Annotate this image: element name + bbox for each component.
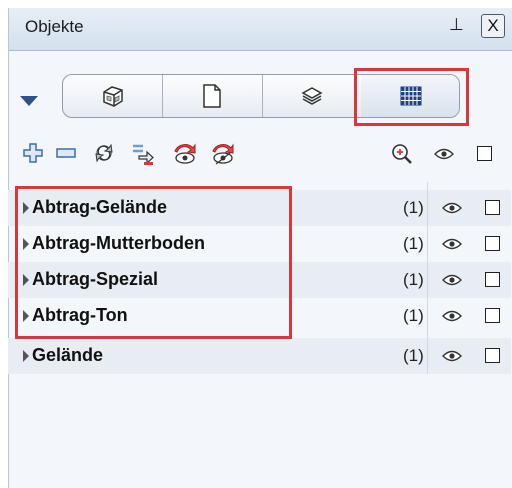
item-checkbox[interactable] — [485, 348, 500, 363]
eye-icon[interactable] — [442, 201, 462, 215]
eye-icon[interactable] — [442, 349, 462, 363]
expand-arrow-icon[interactable] — [23, 350, 29, 362]
pin-icon[interactable]: ⊥ — [449, 15, 464, 35]
eye-icon[interactable] — [442, 237, 462, 251]
item-checkbox[interactable] — [485, 308, 500, 323]
hide-icon — [174, 143, 196, 164]
select-all-checkbox[interactable] — [477, 146, 492, 161]
item-count: (1) — [403, 198, 424, 217]
remove-button[interactable] — [55, 147, 77, 159]
panel-titlebar: Objekte ⊥ X — [9, 8, 512, 51]
item-count: (1) — [403, 346, 424, 365]
panel-title: Objekte — [25, 17, 84, 36]
move-button[interactable] — [131, 142, 155, 166]
page-icon — [203, 84, 221, 108]
remove-icon — [56, 148, 76, 158]
item-checkbox[interactable] — [485, 272, 500, 287]
toggle-visibility-all[interactable] — [434, 147, 454, 161]
highlight-box-grid-tab — [354, 68, 469, 126]
add-button[interactable] — [22, 142, 44, 164]
move-icon — [133, 144, 154, 165]
tab-page-view[interactable] — [162, 75, 263, 117]
item-count: (1) — [403, 270, 424, 289]
item-checkbox[interactable] — [485, 200, 500, 215]
refresh-button[interactable] — [92, 142, 116, 164]
tab-layers-view[interactable] — [262, 75, 362, 117]
zoom-button[interactable] — [390, 142, 414, 166]
highlight-box-abtrag-items — [15, 186, 292, 339]
item-label: Gelände — [32, 345, 104, 365]
zoom-in-icon — [392, 144, 412, 164]
chevron-down-icon[interactable] — [20, 96, 38, 106]
item-count: (1) — [403, 306, 424, 325]
layers-icon — [300, 87, 323, 105]
add-icon — [23, 143, 43, 163]
close-button[interactable]: X — [481, 14, 505, 38]
hide-button[interactable] — [172, 142, 198, 166]
eye-icon[interactable] — [442, 273, 462, 287]
unhide-button[interactable] — [210, 142, 236, 166]
eye-icon[interactable] — [442, 309, 462, 323]
unhide-icon — [212, 143, 234, 165]
column-divider — [427, 182, 428, 374]
eye-icon — [434, 148, 454, 160]
item-checkbox[interactable] — [485, 236, 500, 251]
refresh-icon — [95, 143, 113, 163]
item-count: (1) — [403, 234, 424, 253]
tab-3d-view[interactable] — [63, 75, 163, 117]
list-item[interactable]: Gelände (1) — [8, 338, 511, 374]
checkbox-icon — [477, 146, 492, 161]
cube-icon — [102, 86, 123, 107]
